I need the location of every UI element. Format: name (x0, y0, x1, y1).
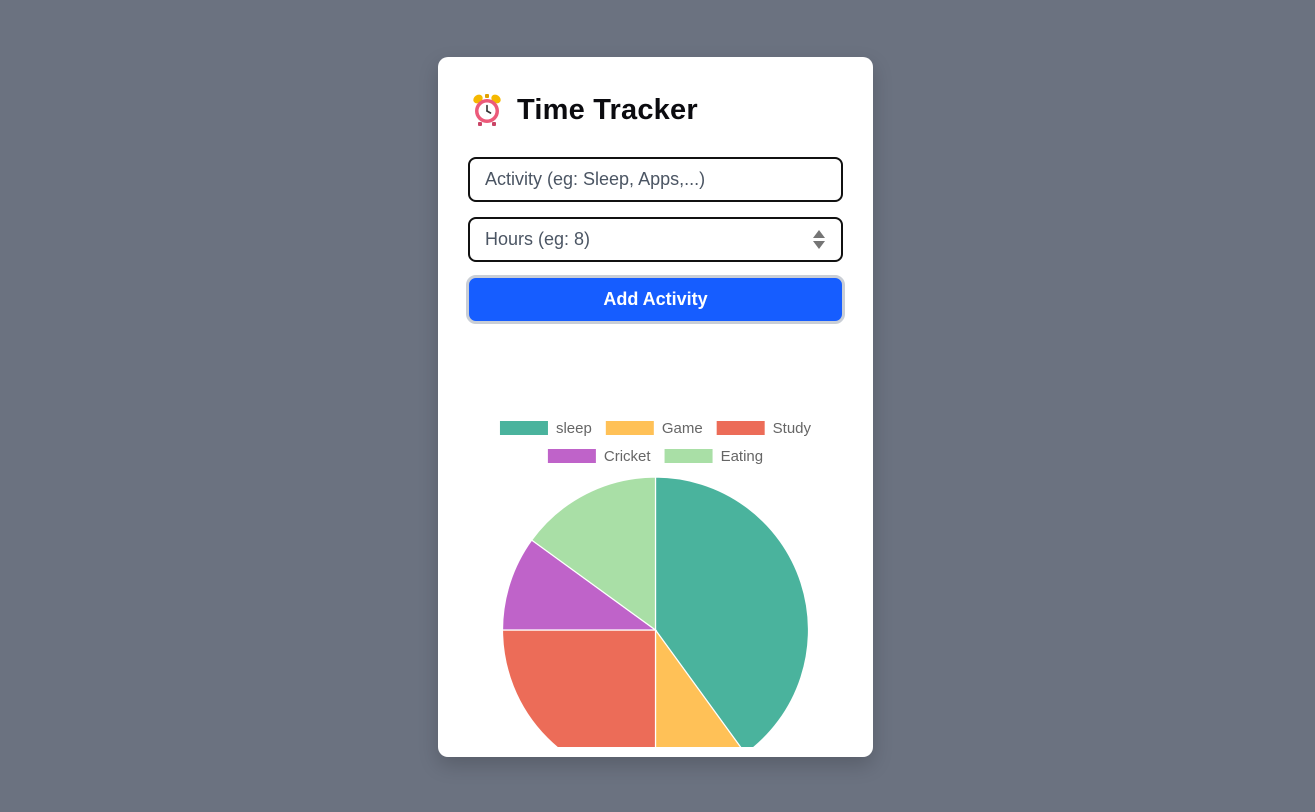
legend-label-study[interactable]: Study (773, 420, 812, 437)
legend-label-sleep[interactable]: sleep (556, 420, 592, 437)
header: Time Tracker (471, 90, 698, 130)
spinner-down-icon[interactable] (813, 241, 825, 249)
spinner-up-icon[interactable] (813, 230, 825, 238)
activity-field[interactable] (468, 157, 843, 202)
pie-chart-svg: sleep Game Study Cricket Eating (499, 420, 812, 747)
activity-pie-chart: sleep Game Study Cricket Eating (438, 347, 873, 747)
add-activity-button[interactable]: Add Activity (466, 275, 845, 324)
pie-slice-study[interactable] (501, 629, 657, 747)
hours-stepper[interactable] (812, 228, 826, 252)
hours-input[interactable] (485, 229, 812, 250)
page-title: Time Tracker (517, 93, 698, 126)
hours-field[interactable] (468, 217, 843, 262)
legend-swatch-eating[interactable] (664, 449, 713, 463)
chart-legend: sleep Game Study Cricket Eating (499, 420, 812, 465)
legend-label-eating[interactable]: Eating (721, 448, 764, 465)
tracker-card: Time Tracker Add Activity sleep Game Study… (438, 57, 873, 757)
legend-swatch-sleep[interactable] (499, 421, 548, 435)
legend-label-game[interactable]: Game (662, 420, 703, 437)
legend-label-cricket[interactable]: Cricket (604, 448, 652, 465)
pie-slices (501, 476, 810, 747)
legend-swatch-cricket[interactable] (547, 449, 596, 463)
activity-input[interactable] (485, 169, 826, 190)
alarm-clock-icon (473, 94, 501, 126)
legend-swatch-game[interactable] (605, 421, 654, 435)
legend-swatch-study[interactable] (716, 421, 765, 435)
